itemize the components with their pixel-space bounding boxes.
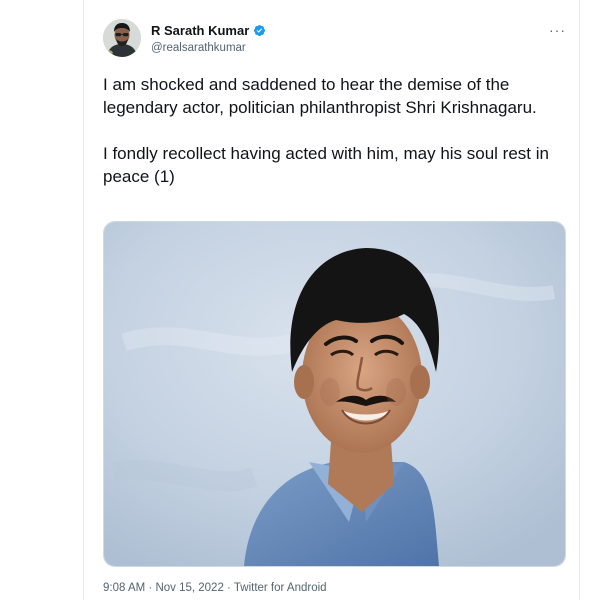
tweet-media-image[interactable] [103, 221, 566, 567]
tweet-date[interactable]: Nov 15, 2022 [155, 582, 223, 594]
author-handle[interactable]: @realsarathkumar [151, 42, 246, 54]
tweet-meta: 9:08 AM · Nov 15, 2022 · Twitter for And… [103, 582, 327, 594]
author-name-row: R Sarath Kumar [151, 23, 266, 38]
more-options-icon[interactable]: ··· [549, 23, 567, 37]
avatar-image [103, 19, 141, 57]
author-display-name[interactable]: R Sarath Kumar [151, 23, 249, 38]
frame-border-left [83, 0, 84, 600]
meta-separator: · [223, 582, 234, 594]
meta-separator: · [145, 582, 156, 594]
portrait-illustration [104, 222, 565, 566]
frame-border-right [579, 0, 580, 600]
tweet-time[interactable]: 9:08 AM [103, 582, 145, 594]
tweet-source[interactable]: Twitter for Android [234, 582, 327, 594]
tweet-text: I am shocked and saddened to hear the de… [103, 73, 568, 188]
verified-badge-icon [254, 24, 266, 37]
tweet-paragraph-2: I fondly recollect having acted with him… [103, 144, 549, 186]
tweet-paragraph-1: I am shocked and saddened to hear the de… [103, 75, 537, 117]
author-avatar[interactable] [103, 19, 141, 57]
